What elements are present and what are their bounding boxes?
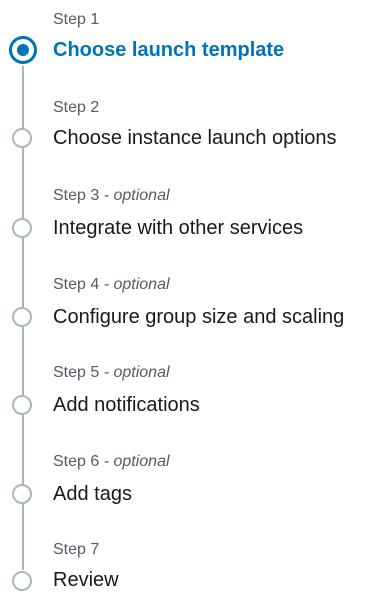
wizard-step-6: Step 6 - optional Add tags (0, 452, 383, 512)
step-link-configure-group-size-and-scaling[interactable]: Configure group size and scaling (53, 304, 344, 330)
wizard-navigation: Step 1 Choose launch template Step 2 Cho… (0, 0, 383, 601)
step-link-choose-instance-launch-options[interactable]: Choose instance launch options (53, 125, 337, 151)
step-number-label: Step 7 (53, 541, 100, 558)
step-circle-icon (12, 218, 32, 238)
step-link-add-tags[interactable]: Add tags (53, 481, 132, 507)
step-circle-icon (12, 484, 32, 504)
step-link-add-notifications[interactable]: Add notifications (53, 392, 200, 418)
wizard-step-5: Step 5 - optional Add notifications (0, 363, 383, 423)
step-link-integrate-with-other-services[interactable]: Integrate with other services (53, 215, 303, 241)
active-step-icon (9, 36, 37, 64)
step-number-label: Step 2 (53, 99, 100, 116)
step-number-label: Step 6 - optional (53, 453, 170, 470)
step-number-label: Step 5 - optional (53, 364, 170, 381)
wizard-step-7: Step 7 Review (0, 540, 383, 600)
step-circle-icon (12, 307, 32, 327)
step-circle-icon (12, 571, 32, 591)
wizard-step-4: Step 4 - optional Configure group size a… (0, 275, 383, 335)
step-number-label: Step 1 (53, 11, 100, 28)
step-link-review[interactable]: Review (53, 567, 119, 593)
step-circle-icon (12, 128, 32, 148)
step-link-choose-launch-template[interactable]: Choose launch template (53, 37, 284, 63)
wizard-step-2: Step 2 Choose instance launch options (0, 98, 383, 158)
step-circle-icon (12, 395, 32, 415)
wizard-step-3: Step 3 - optional Integrate with other s… (0, 186, 383, 246)
step-number-label: Step 3 - optional (53, 187, 170, 204)
wizard-step-1: Step 1 Choose launch template (0, 10, 383, 70)
step-number-label: Step 4 - optional (53, 276, 170, 293)
